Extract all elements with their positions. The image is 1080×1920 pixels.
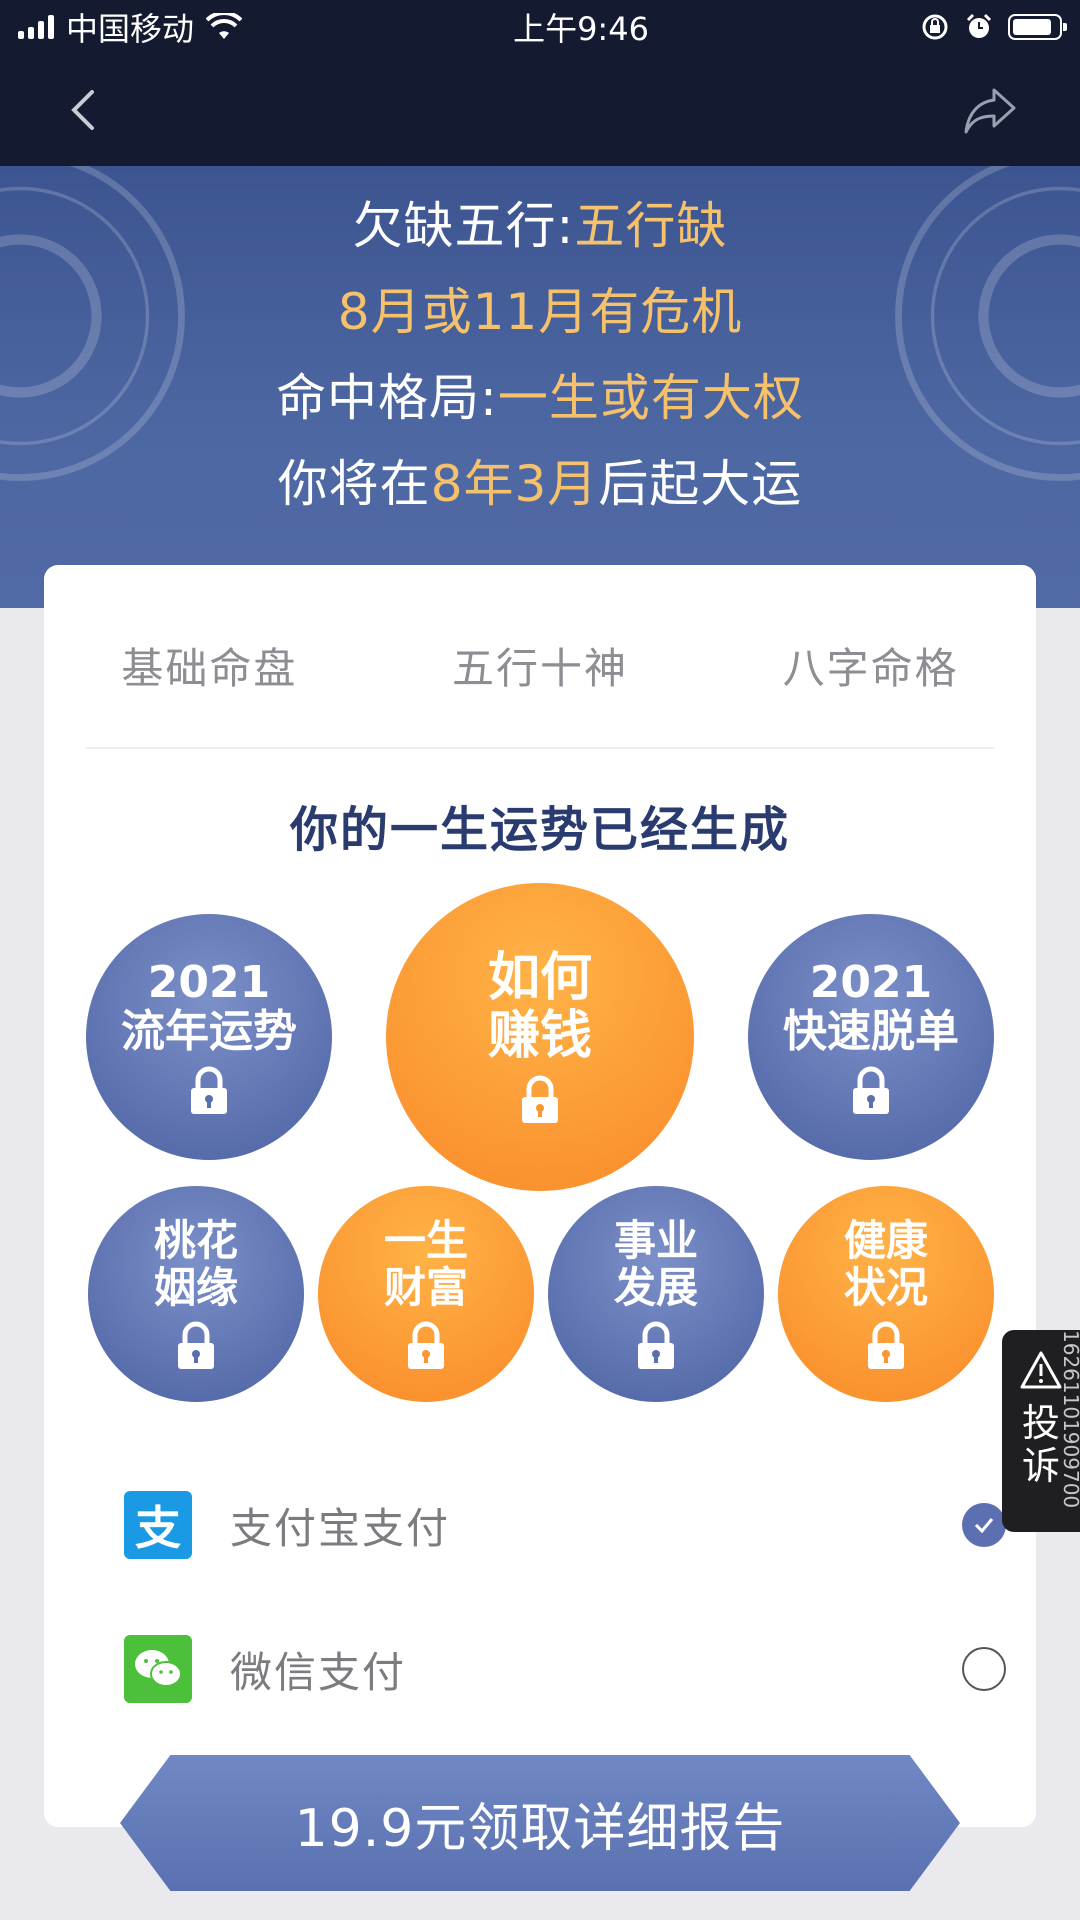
bubble-make-money[interactable]: 如何 赚钱 <box>386 883 694 1191</box>
luck-start-value: 8年3月 <box>430 455 599 513</box>
bubble-health[interactable]: 健康 状况 <box>778 1186 994 1402</box>
bubble-lifetime-wealth[interactable]: 一生 财富 <box>318 1186 534 1402</box>
alarm-icon <box>966 13 992 38</box>
bubble-romance[interactable]: 桃花 姻缘 <box>88 1186 304 1402</box>
complaint-code: 16261101909700 <box>1059 1330 1080 1509</box>
bubble-career[interactable]: 事业 发展 <box>548 1186 764 1402</box>
fortune-banner: 欠缺五行:五行缺 8月或11月有危机 命中格局:一生或有大权 你将在8年3月后起… <box>0 166 1080 608</box>
destiny-pattern-line: 命中格局:一生或有大权 <box>0 358 1080 430</box>
luck-start-prefix: 你将在 <box>277 455 431 513</box>
alipay-label: 支付宝支付 <box>230 1503 451 1553</box>
bubble-line: 财富 <box>383 1263 468 1312</box>
bubble-line: 2021 <box>809 956 933 1008</box>
bubble-find-partner[interactable]: 2021 快速脱单 <box>748 914 994 1160</box>
signal-icon <box>18 15 54 39</box>
bubble-line: 2021 <box>147 956 271 1008</box>
lock-icon <box>178 1321 214 1370</box>
divider <box>86 747 994 749</box>
luck-start-line: 你将在8年3月后起大运 <box>0 444 1080 516</box>
check-icon <box>974 1518 994 1534</box>
tab-bazi[interactable]: 八字命格 <box>783 635 959 696</box>
get-report-button[interactable]: 19.9元领取详细报告 <box>120 1755 960 1891</box>
get-report-label: 19.9元领取详细报告 <box>294 1798 786 1859</box>
wechat-radio[interactable] <box>962 1647 1006 1691</box>
destiny-pattern-value: 一生或有大权 <box>497 369 804 427</box>
bubble-line: 如何 <box>487 947 592 1008</box>
luck-start-suffix: 后起大运 <box>598 455 803 513</box>
missing-elements-label: 欠缺五行: <box>352 197 575 255</box>
bubble-line: 事业 <box>613 1215 698 1265</box>
destiny-pattern-label: 命中格局: <box>276 369 498 427</box>
nav-bar <box>0 54 1080 166</box>
lock-icon <box>522 1075 558 1124</box>
missing-elements-line: 欠缺五行:五行缺 <box>0 186 1080 258</box>
wifi-icon <box>206 13 243 39</box>
wechat-icon <box>124 1635 192 1703</box>
status-right <box>920 12 1067 42</box>
headline: 你的一生运势已经生成 <box>289 802 790 858</box>
clock: 上午9:46 <box>513 10 649 48</box>
status-bar: 中国移动 上午9:46 <box>0 0 1080 54</box>
alipay-icon-glyph: 支 <box>135 1501 181 1555</box>
payment-option-alipay[interactable]: 支 支付宝支付 <box>124 1485 1040 1565</box>
complaint-label: 投诉 <box>1021 1401 1060 1488</box>
report-card: 基础命盘 五行十神 八字命格 你的一生运势已经生成 2021 流年运势 如何 赚… <box>44 565 1036 1827</box>
bubble-line: 流年运势 <box>121 1006 297 1057</box>
crisis-line: 8月或11月有危机 <box>337 283 743 341</box>
bubble-line: 桃花 <box>153 1215 238 1265</box>
bubble-annual-fortune[interactable]: 2021 流年运势 <box>86 914 332 1160</box>
tab-five-elements[interactable]: 五行十神 <box>452 635 628 696</box>
lock-icon <box>408 1321 444 1370</box>
bubble-line: 姻缘 <box>153 1263 238 1312</box>
missing-elements-value: 五行缺 <box>574 197 728 255</box>
bubble-line: 健康 <box>843 1215 928 1265</box>
bubble-line: 快速脱单 <box>783 1006 959 1057</box>
rotation-lock-icon <box>922 14 948 40</box>
payment-option-wechat[interactable]: 微信支付 <box>124 1629 1040 1709</box>
tab-basic-chart[interactable]: 基础命盘 <box>121 635 297 696</box>
lock-icon <box>191 1066 227 1115</box>
lock-icon <box>868 1321 904 1370</box>
tab-bar: 基础命盘 五行十神 八字命格 <box>44 635 1036 696</box>
alipay-icon: 支 <box>124 1491 192 1559</box>
bubble-line: 状况 <box>843 1263 928 1312</box>
wechat-bubbles <box>135 1650 182 1687</box>
battery-icon <box>1007 14 1067 40</box>
wechat-label: 微信支付 <box>230 1647 407 1697</box>
status-left: 中国移动 <box>18 4 243 50</box>
lock-icon <box>853 1066 889 1115</box>
chevron-left-icon[interactable] <box>58 82 114 138</box>
bubble-line: 发展 <box>613 1263 698 1312</box>
bubble-line: 一生 <box>383 1215 468 1265</box>
bubble-line: 赚钱 <box>487 1006 592 1066</box>
lock-icon <box>638 1321 674 1370</box>
carrier-label: 中国移动 <box>66 10 195 48</box>
alipay-radio[interactable] <box>962 1503 1006 1547</box>
share-icon[interactable] <box>962 82 1018 138</box>
